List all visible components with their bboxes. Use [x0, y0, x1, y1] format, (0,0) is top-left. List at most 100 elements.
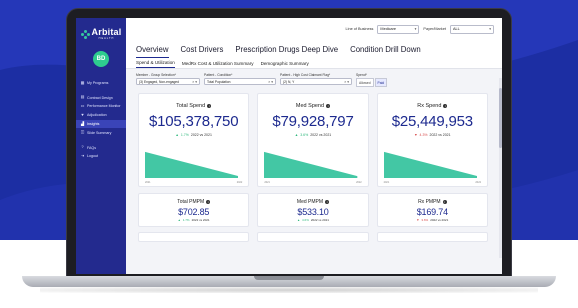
pmpm-card-med[interactable]: Med PMPM i $533.10 ▲ 4.6% 2022 vs 2021: [257, 193, 369, 227]
kpi-delta: ▲ 3.6% 2022 vs 2021: [295, 133, 331, 137]
tab-cost-drivers[interactable]: Cost Drivers: [181, 45, 224, 58]
kpi-compare: 2022 vs 2021: [190, 133, 212, 137]
chevron-down-icon: ▾: [414, 27, 417, 31]
tab-overview[interactable]: Overview: [136, 45, 169, 58]
info-icon[interactable]: i: [207, 104, 212, 108]
pmpm-card-total[interactable]: Total PMPM i $702.85 ▲ 1.7% 2022 vs 2021: [138, 193, 250, 227]
kpi-value: $79,928,797: [272, 113, 354, 130]
axis-end-label: 2022: [356, 181, 362, 184]
pmpm-title: Med PMPM: [296, 199, 324, 205]
trend-area-chart: [264, 151, 358, 178]
scrollbar-thumb[interactable]: [499, 88, 502, 148]
heart-icon: ♥: [81, 111, 84, 117]
sidebar-item-label: Insights: [87, 121, 100, 126]
kpi-title: Med Spend: [295, 103, 325, 109]
trend-axis: 2021 2022: [145, 181, 242, 184]
app-logo[interactable]: Arbital HEALTH: [76, 28, 126, 41]
tab-medrx-summary[interactable]: MedRx Cost & Utilization Summary: [182, 59, 254, 68]
trend-axis: 2021 2022: [264, 181, 361, 184]
tab-spend-utilization[interactable]: Spend & Utilization: [136, 58, 175, 68]
arrow-down-icon: ▼: [414, 133, 418, 137]
document-icon: ▤: [80, 94, 85, 100]
info-icon[interactable]: i: [325, 200, 330, 204]
kpi-title: Rx Spend: [417, 103, 442, 109]
sidebar-item-logout[interactable]: ⇥ Logout: [76, 152, 126, 161]
axis-start-label: 2021: [383, 181, 390, 184]
arrow-up-icon: ▲: [297, 218, 301, 222]
sidebar-item-adjudication[interactable]: ♥ Adjudication: [76, 111, 126, 120]
line-of-business-label: Line of Business: [345, 27, 374, 31]
tab-prescription-drugs[interactable]: Prescription Drugs Deep Dive: [235, 45, 338, 58]
sidebar-item-label: Slide Summary: [87, 130, 112, 135]
pmpm-pct: 3.6%: [421, 218, 429, 222]
sidebar-item-label: Contract Design: [87, 95, 113, 100]
pmpm-compare: 2022 vs 2021: [430, 218, 449, 222]
info-icon[interactable]: i: [326, 104, 331, 108]
filter-label: Member - Group Selection*: [136, 73, 176, 77]
tab-demographic-summary[interactable]: Demographic Summary: [261, 59, 309, 68]
pmpm-delta: ▼ 3.6% 2022 vs 2021: [416, 218, 448, 222]
sidebar: Arbital HEALTH BD ▦ My Programs ▤ Contra…: [76, 18, 126, 274]
trend-area-chart: [383, 151, 477, 178]
top-filter-bar: Line of Business Medicare ▾ Payer/Market…: [126, 18, 502, 40]
card-placeholder: [376, 232, 488, 242]
secondary-tabs: Spend & Utilization MedRx Cost & Utiliza…: [126, 58, 502, 69]
kpi-card-med-spend[interactable]: Med Spend i $79,928,797 ▲ 3.6% 2022 vs 2021…: [257, 93, 369, 187]
card-placeholder: [257, 232, 369, 242]
kpi-title: Total Spend: [176, 103, 206, 109]
sidebar-item-my-programs[interactable]: ▦ My Programs: [76, 79, 126, 88]
tab-condition-drill-down[interactable]: Condition Drill Down: [350, 45, 421, 58]
payer-market-value: ALL: [453, 27, 460, 31]
kpi-pct: 1.7%: [180, 133, 189, 137]
info-icon[interactable]: i: [442, 200, 447, 204]
sidebar-item-faqs[interactable]: ? FAQs: [76, 143, 126, 152]
sidebar-item-label: Adjudication: [87, 113, 107, 118]
patient-claimant-select[interactable]: (2) N, Y × ▾: [280, 78, 352, 85]
kpi-card-rx-spend[interactable]: Rx Spend i $25,449,953 ▼ 4.3% 2022 vs 2021 …: [376, 93, 488, 187]
member-group-filter: Member - Group Selection* (3) Engaged, N…: [136, 73, 200, 87]
pmpm-card-rx[interactable]: Rx PMPM i $169.74 ▼ 3.6% 2022 vs 2021: [376, 193, 488, 227]
patient-condition-select[interactable]: Total Population × ▾: [204, 78, 276, 85]
kpi-value: $105,378,750: [148, 113, 239, 130]
pmpm-delta: ▲ 1.7% 2022 vs 2021: [178, 218, 210, 222]
patient-condition-value: Total Population: [207, 79, 231, 84]
logout-icon: ⇥: [80, 153, 85, 159]
sidebar-item-insights[interactable]: ▟ Insights: [76, 119, 126, 129]
pmpm-compare: 2022 vs 2021: [191, 218, 210, 222]
sidebar-item-label: My Programs: [87, 80, 109, 85]
trend-area-chart: [145, 151, 239, 178]
member-group-select[interactable]: (3) Engaged, Non-engaged × ▾: [136, 78, 200, 85]
kpi-card-total-spend[interactable]: Total Spend i $105,378,750 ▲ 1.7% 2022 vs 2…: [138, 93, 250, 187]
kpi-value: $25,449,953: [391, 113, 473, 130]
pmpm-title: Total PMPM: [177, 199, 205, 205]
axis-start-label: 2021: [264, 181, 270, 184]
pmpm-value: $702.85: [178, 207, 210, 217]
axis-end-label: 2022: [236, 181, 243, 184]
spend-filter: Spend* Allowed Paid: [356, 73, 388, 87]
kpi-compare: 2022 vs 2021: [429, 133, 451, 137]
arrow-up-icon: ▲: [177, 218, 181, 222]
payer-market-select[interactable]: ALL ▾: [450, 24, 494, 34]
sidebar-item-slide-summary[interactable]: ◫ Slide Summary: [76, 128, 126, 137]
spend-option-allowed[interactable]: Allowed: [356, 78, 374, 87]
sidebar-item-label: FAQs: [87, 145, 96, 150]
sidebar-item-performance-monitor[interactable]: ▭ Performance Monitor: [76, 102, 126, 111]
kpi-pct: 3.6%: [300, 133, 309, 137]
kpi-delta: ▼ 4.3% 2022 vs 2021: [414, 133, 450, 137]
laptop-shadow: [40, 287, 538, 293]
spend-option-paid[interactable]: Paid: [374, 78, 388, 87]
axis-start-label: 2021: [145, 181, 151, 184]
pmpm-title: Rx PMPM: [418, 199, 441, 205]
pmpm-value: $169.74: [416, 207, 448, 217]
info-icon[interactable]: i: [206, 200, 211, 204]
kpi-pct: 4.3%: [419, 133, 428, 137]
avatar[interactable]: BD: [93, 50, 109, 67]
sidebar-item-contract-design[interactable]: ▤ Contract Design: [76, 93, 126, 102]
line-of-business-select[interactable]: Medicare ▾: [377, 24, 420, 34]
spend-toggle: Allowed Paid: [356, 78, 388, 87]
laptop-screen: Arbital HEALTH BD ▦ My Programs ▤ Contra…: [76, 18, 502, 274]
info-icon[interactable]: i: [443, 104, 448, 108]
filter-label: Patient - High Cost Claimant Flag*: [280, 73, 331, 77]
kpi-delta: ▲ 1.7% 2022 vs 2021: [175, 133, 211, 137]
pmpm-value: $533.10: [297, 207, 329, 217]
